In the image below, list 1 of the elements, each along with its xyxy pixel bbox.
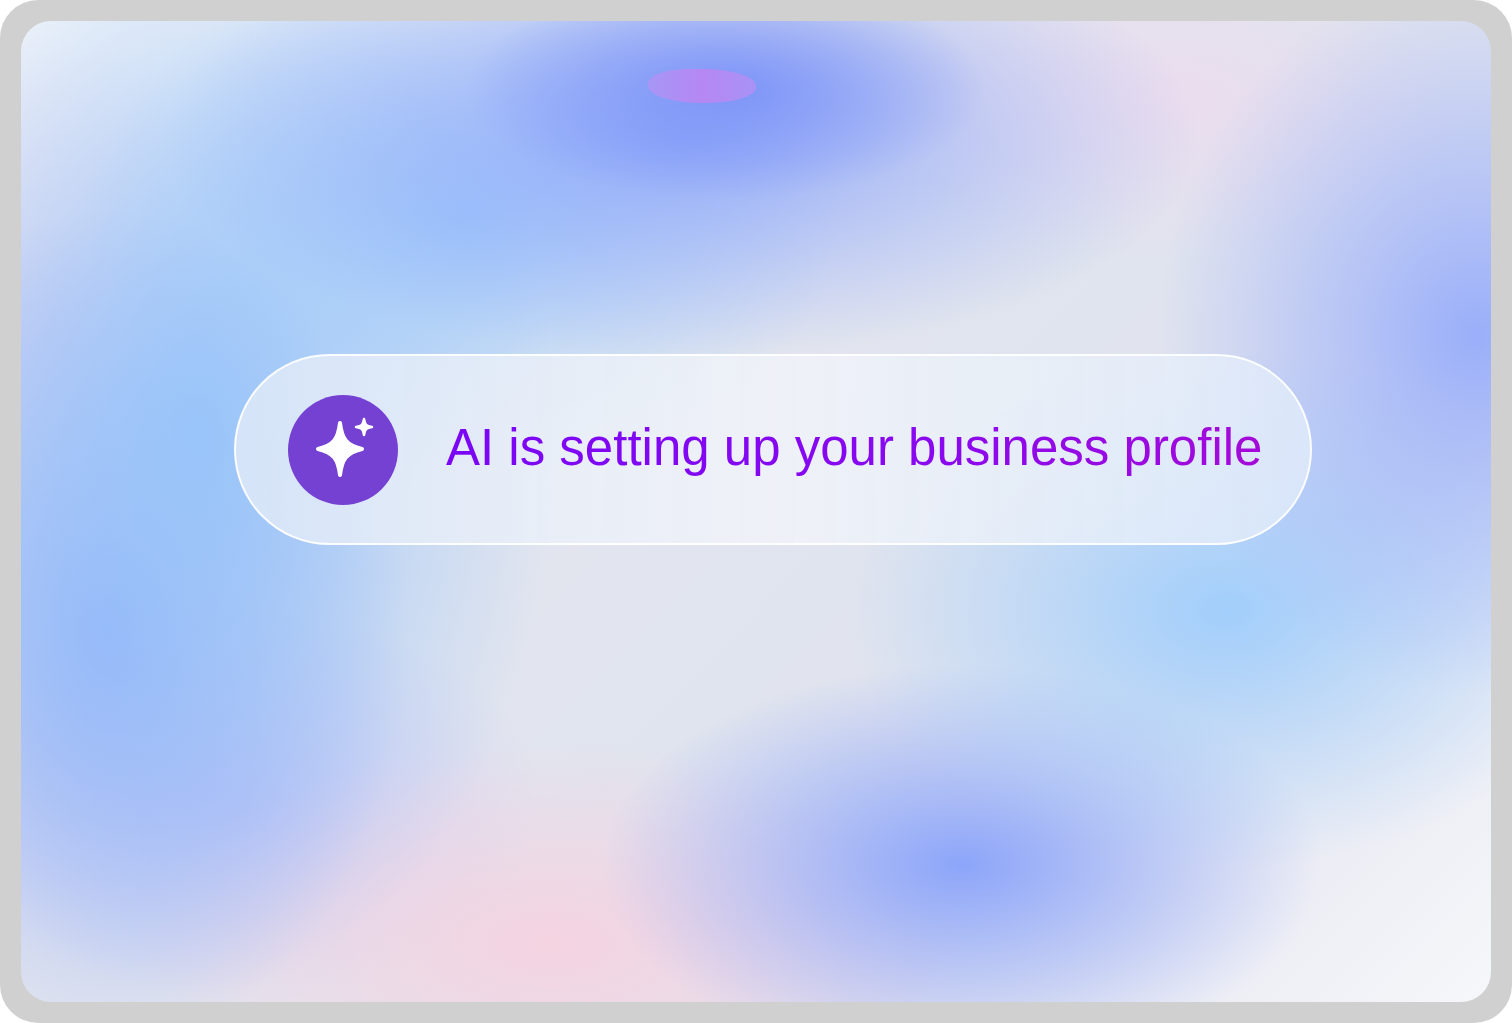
sparkle-icon (288, 394, 398, 505)
